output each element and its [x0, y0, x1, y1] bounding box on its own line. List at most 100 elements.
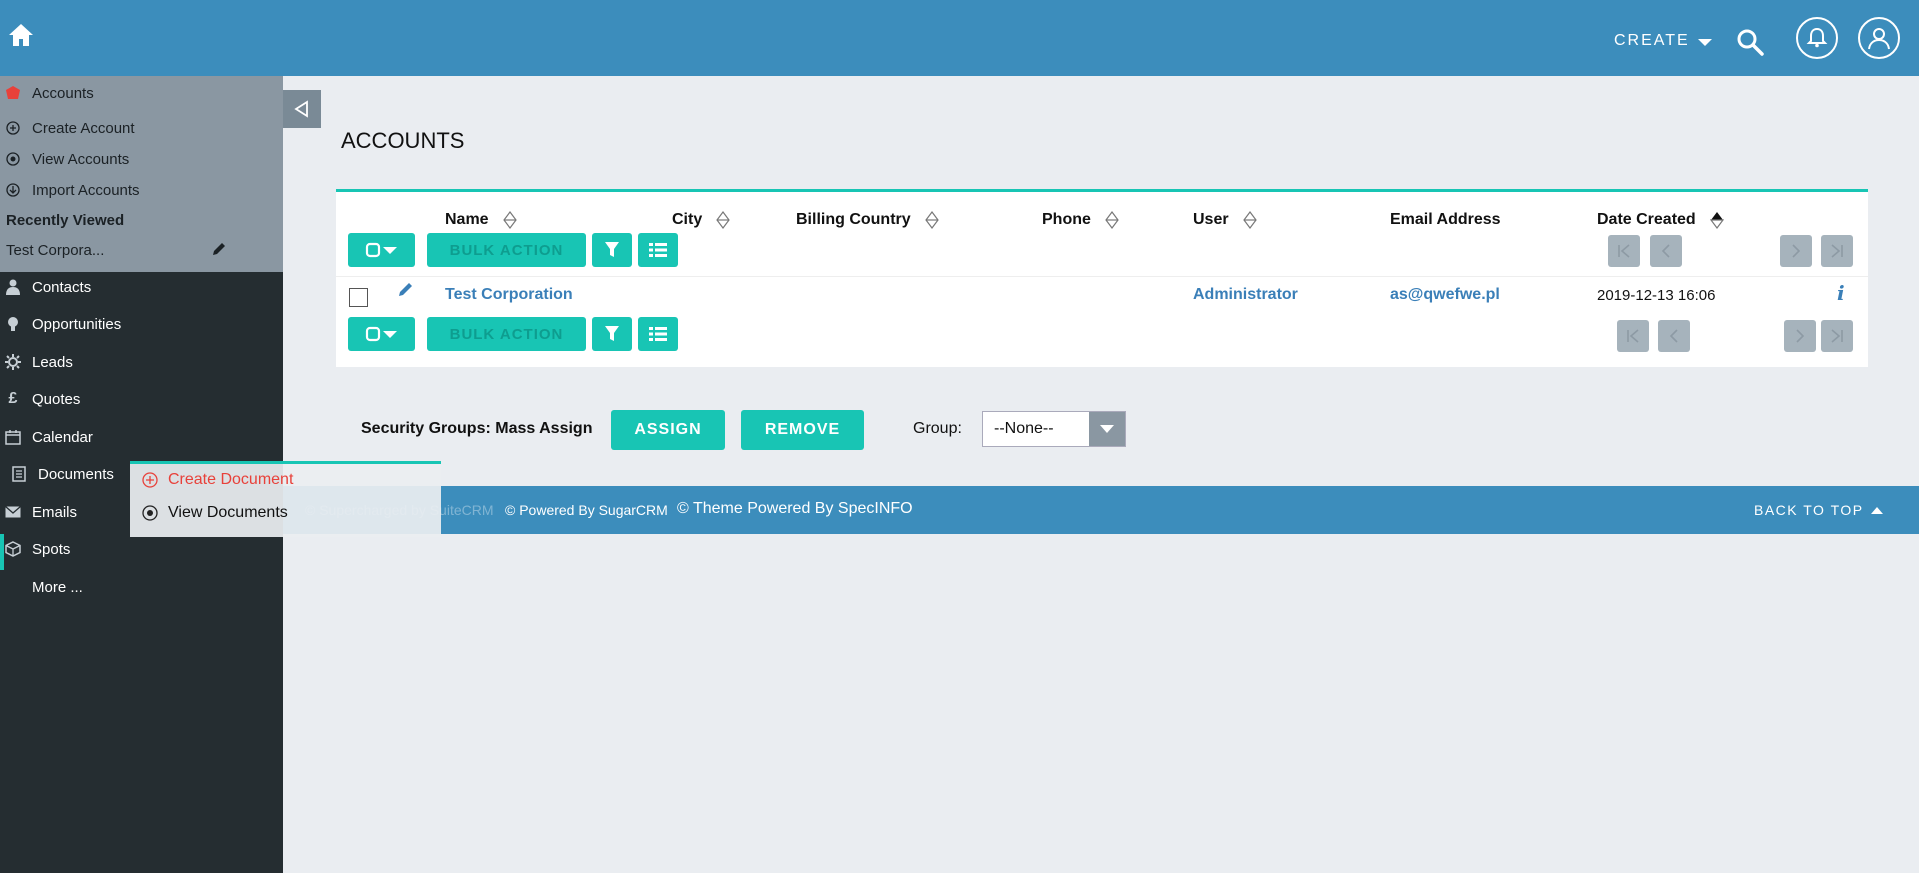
table-cell-user[interactable]: Administrator — [1193, 286, 1298, 304]
checkbox-dropdown-icon — [365, 242, 397, 258]
column-label: City — [672, 211, 703, 228]
last-page-button[interactable] — [1821, 235, 1853, 267]
checkbox-dropdown-icon — [365, 326, 397, 342]
footer-theme[interactable]: © Theme Powered By SpecINFO — [677, 500, 913, 518]
create-menu-button[interactable]: CREATE — [1614, 32, 1712, 50]
column-header-name[interactable]: Name — [445, 211, 517, 229]
select-all-dropdown-button[interactable] — [348, 233, 415, 267]
sidebar-item-label: Emails — [32, 503, 78, 521]
last-page-button-bottom[interactable] — [1821, 320, 1853, 352]
bulk-action-button[interactable]: BULK ACTION — [427, 233, 586, 267]
plus-circle-icon — [142, 472, 158, 488]
table-cell-email[interactable]: as@qwefwe.pl — [1390, 286, 1500, 304]
info-icon[interactable]: i — [1837, 281, 1851, 305]
back-to-top-button[interactable]: BACK TO TOP — [1754, 502, 1884, 518]
row-checkbox[interactable] — [349, 288, 368, 307]
sidebar-item-leads[interactable]: Leads — [0, 353, 73, 371]
first-page-button[interactable] — [1608, 235, 1640, 267]
mass-assign-label: Security Groups: Mass Assign — [361, 420, 593, 437]
sidebar-item-documents[interactable]: Documents — [6, 465, 114, 483]
lightbulb-icon — [4, 315, 22, 333]
page-title: ACCOUNTS — [341, 128, 465, 153]
footer-powered-sugar[interactable]: © Powered By SugarCRM — [505, 502, 668, 518]
column-header-billing-country[interactable]: Billing Country — [796, 211, 939, 229]
edit-pencil-icon[interactable] — [210, 240, 230, 260]
column-label: Email Address — [1390, 211, 1501, 228]
assign-button[interactable]: ASSIGN — [611, 410, 725, 450]
first-page-button-bottom[interactable] — [1617, 320, 1649, 352]
popup-item-create-document[interactable]: Create Document — [142, 471, 293, 489]
sidebar-item-spots[interactable]: Spots — [0, 540, 70, 558]
sidebar-action-view-accounts[interactable]: View Accounts — [0, 150, 129, 168]
table-cell-date-created: 2019-12-13 16:06 — [1597, 287, 1716, 304]
person-icon — [4, 278, 22, 296]
sidebar-item-contacts[interactable]: Contacts — [0, 278, 91, 296]
caret-up-icon — [1870, 507, 1883, 514]
bulk-action-button-bottom[interactable]: BULK ACTION — [427, 317, 586, 351]
column-chooser-button[interactable] — [638, 233, 678, 267]
group-label: Group: — [913, 420, 962, 437]
gear-icon — [4, 353, 22, 371]
user-profile-button[interactable] — [1858, 17, 1900, 59]
column-header-email: Email Address — [1390, 211, 1501, 229]
user-icon — [1868, 28, 1890, 50]
sidebar-item-label: Opportunities — [32, 315, 122, 333]
cube-icon — [4, 540, 22, 558]
top-navigation-bar: CREATE — [0, 0, 1919, 76]
home-icon[interactable] — [8, 22, 34, 48]
column-header-phone[interactable]: Phone — [1042, 211, 1119, 229]
group-select[interactable]: --None-- — [982, 411, 1126, 447]
sidebar-item-label: Leads — [32, 353, 73, 371]
sidebar-item-emails[interactable]: Emails — [0, 503, 77, 521]
sidebar-item-label: Calendar — [32, 428, 93, 446]
sidebar-action-import-accounts[interactable]: Import Accounts — [0, 181, 140, 199]
column-header-date-created[interactable]: Date Created — [1597, 211, 1724, 229]
chevron-down-icon — [1697, 39, 1712, 46]
plus-circle-icon — [4, 119, 22, 137]
previous-page-button[interactable] — [1650, 235, 1682, 267]
sidebar-action-create-account[interactable]: Create Account — [0, 119, 135, 137]
sidebar-item-calendar[interactable]: Calendar — [0, 428, 93, 446]
remove-button[interactable]: REMOVE — [741, 410, 864, 450]
bulk-action-label: BULK ACTION — [449, 241, 564, 259]
next-page-button[interactable] — [1780, 235, 1812, 267]
bulk-action-label: BULK ACTION — [449, 325, 564, 343]
previous-page-button-bottom[interactable] — [1658, 320, 1690, 352]
documents-popup-menu: Create Document View Documents — [130, 461, 441, 537]
sidebar-item-more[interactable]: More ... — [32, 579, 83, 596]
sidebar-item-label: More ... — [32, 579, 83, 596]
sidebar-item-label: Spots — [32, 540, 71, 558]
sidebar-item-opportunities[interactable]: Opportunities — [0, 315, 121, 333]
recently-viewed-item[interactable]: Test Corpora... — [6, 242, 104, 259]
sort-icon — [716, 211, 730, 229]
notifications-button[interactable] — [1796, 17, 1838, 59]
next-page-button-bottom[interactable] — [1784, 320, 1816, 352]
column-label: Phone — [1042, 211, 1091, 228]
chevron-left-icon — [1661, 244, 1670, 258]
column-header-city[interactable]: City — [672, 211, 730, 229]
document-icon — [10, 465, 28, 483]
select-all-dropdown-button-bottom[interactable] — [348, 317, 415, 351]
sidebar-action-label: Create Account — [32, 119, 135, 137]
sidebar-collapse-button[interactable] — [283, 90, 321, 128]
column-label: Date Created — [1597, 211, 1696, 228]
sidebar-item-label: Documents — [38, 465, 114, 483]
edit-pencil-icon[interactable] — [397, 280, 417, 300]
column-label: Name — [445, 211, 489, 228]
filter-button[interactable] — [592, 233, 632, 267]
sidebar-action-label: Import Accounts — [32, 181, 140, 199]
search-icon[interactable] — [1736, 28, 1764, 56]
sidebar-item-quotes[interactable]: £ Quotes — [0, 390, 81, 408]
last-page-icon — [1831, 244, 1843, 258]
calendar-icon — [4, 428, 22, 446]
filter-button-bottom[interactable] — [592, 317, 632, 351]
create-label: CREATE — [1614, 32, 1690, 49]
popup-item-view-documents[interactable]: View Documents — [142, 504, 288, 522]
column-header-user[interactable]: User — [1193, 211, 1257, 229]
sidebar-module-title[interactable]: Accounts — [0, 84, 94, 102]
sort-icon — [1105, 211, 1119, 229]
popup-item-label: View Documents — [168, 504, 288, 521]
table-cell-name[interactable]: Test Corporation — [445, 286, 573, 304]
footer: © Supercharged by SuiteCRM © Powered By … — [283, 486, 1919, 534]
column-chooser-button-bottom[interactable] — [638, 317, 678, 351]
